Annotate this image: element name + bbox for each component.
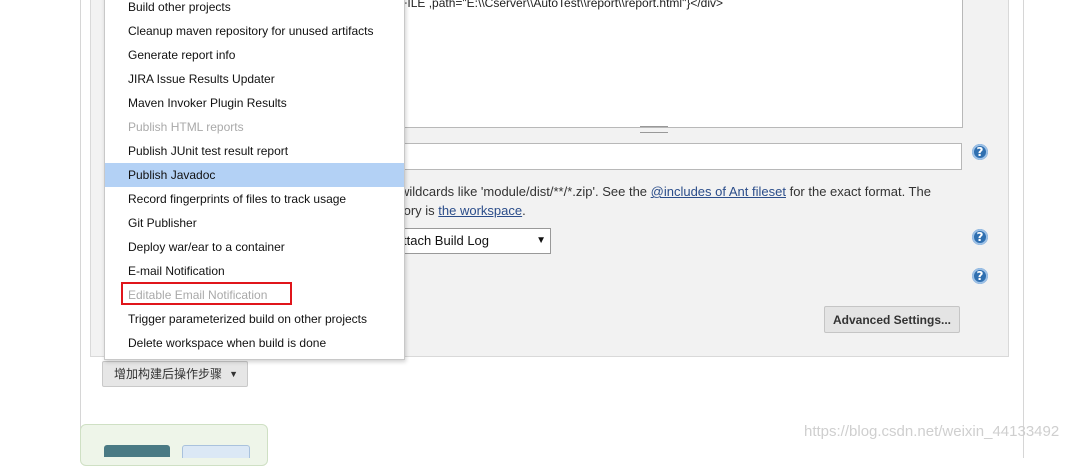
help-icon[interactable]: ? (972, 144, 988, 160)
caret-down-icon: ▼ (229, 369, 238, 379)
advanced-settings-button[interactable]: Advanced Settings... (824, 306, 960, 333)
menu-item[interactable]: Delete workspace when build is done (105, 331, 404, 355)
files-field-description: wildcards like 'module/dist/**/*.zip'. S… (400, 182, 960, 218)
menu-item[interactable]: Deploy war/ear to a container (105, 235, 404, 259)
menu-item[interactable]: E-mail Notification (105, 259, 404, 283)
description-text: . (522, 203, 526, 218)
description-text: tory is (400, 203, 439, 218)
menu-item[interactable]: Cleanup maven repository for unused arti… (105, 19, 404, 43)
help-icon[interactable]: ? (972, 229, 988, 245)
menu-item[interactable]: Git Publisher (105, 211, 404, 235)
menu-item[interactable]: Maven Invoker Plugin Results (105, 91, 404, 115)
script-content-textarea[interactable]: />${FILE ,path="E:\\Cserver\\AutoTest\\r… (379, 0, 963, 128)
menu-item[interactable]: Publish JUnit test result report (105, 139, 404, 163)
description-text: for the exact format. The (785, 184, 931, 199)
menu-item[interactable]: Generate report info (105, 43, 404, 67)
files-to-archive-input[interactable] (380, 143, 962, 170)
script-content-text: />${FILE ,path="E:\\Cserver\\AutoTest\\r… (379, 0, 724, 10)
post-build-actions-menu: Build other projects Cleanup maven reposi… (104, 0, 405, 360)
add-post-build-step-label: 增加构建后操作步骤 (114, 367, 223, 381)
workspace-link[interactable]: the workspace (438, 203, 522, 218)
save-button[interactable] (104, 445, 170, 457)
menu-item[interactable]: Trigger parameterized build on other pro… (105, 307, 404, 331)
highlight-annotation (121, 282, 292, 305)
textarea-resize-handle[interactable] (640, 126, 668, 133)
ant-fileset-link[interactable]: @includes of Ant fileset (651, 184, 786, 199)
dropdown-arrow-icon: ▼ (536, 235, 546, 246)
add-post-build-step-button[interactable]: 增加构建后操作步骤 ▼ (102, 361, 248, 387)
menu-item[interactable]: JIRA Issue Results Updater (105, 67, 404, 91)
menu-item[interactable]: Publish HTML reports (105, 115, 404, 139)
menu-item[interactable]: Record fingerprints of files to track us… (105, 187, 404, 211)
attach-log-select[interactable]: ttach Build Log ▼ (380, 228, 551, 254)
description-text: wildcards like 'module/dist/**/*.zip'. S… (400, 184, 651, 199)
menu-item[interactable]: Publish Javadoc (105, 163, 404, 187)
attach-log-select-value: ttach Build Log (403, 233, 490, 248)
apply-button[interactable] (182, 445, 250, 458)
menu-item[interactable]: Build other projects (105, 0, 404, 19)
help-icon[interactable]: ? (972, 268, 988, 284)
watermark: https://blog.csdn.net/weixin_44133492 (804, 423, 1060, 440)
